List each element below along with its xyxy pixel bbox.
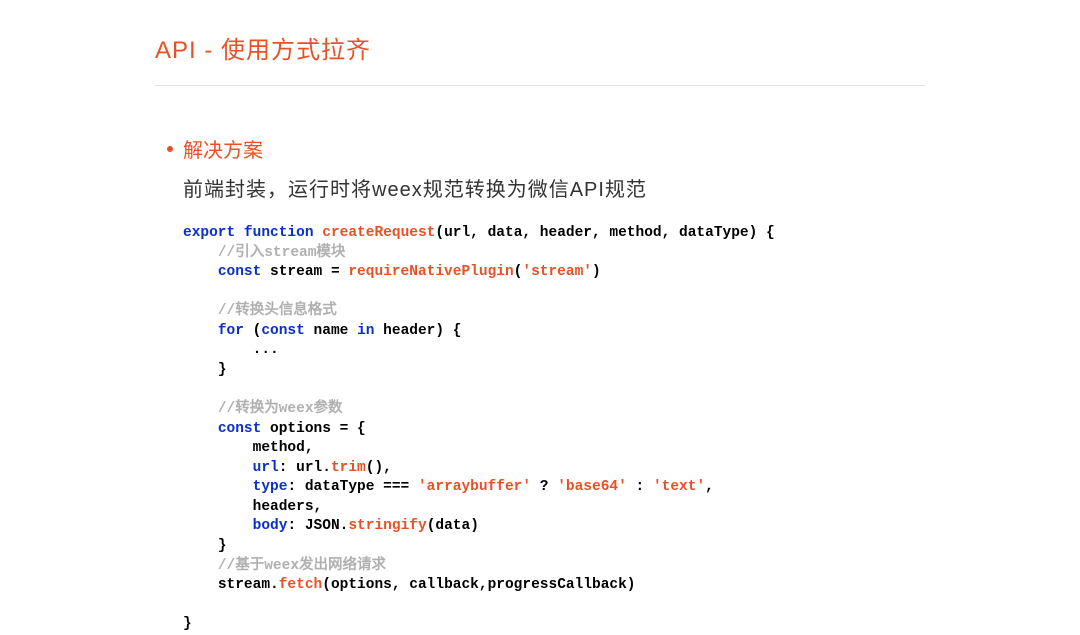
- code-text: stream.: [218, 577, 279, 593]
- code-text: : dataType ===: [287, 479, 418, 495]
- slide-content: 解决方案 前端封装，运行时将weex规范转换为微信API规范 export fu…: [155, 134, 925, 635]
- code-text: (),: [366, 460, 392, 476]
- prop-url: url: [253, 460, 279, 476]
- string: 'stream': [522, 264, 592, 280]
- code-text: : JSON.: [287, 518, 348, 534]
- code-text: stream =: [261, 264, 348, 280]
- kw-for: for: [218, 323, 244, 339]
- bullet-dot-icon: [167, 146, 173, 152]
- string: 'arraybuffer': [418, 479, 531, 495]
- kw-in: in: [357, 323, 374, 339]
- prop-type: type: [253, 479, 288, 495]
- fn-createRequest: createRequest: [322, 225, 435, 241]
- code-text: (: [244, 323, 261, 339]
- code-text: }: [218, 538, 227, 554]
- string: 'text': [653, 479, 705, 495]
- prop-body: body: [253, 518, 288, 534]
- kw-const: const: [218, 264, 262, 280]
- kw-const: const: [261, 323, 305, 339]
- fn-fetch: fetch: [279, 577, 323, 593]
- code-text: ,: [705, 479, 714, 495]
- subtitle-text: 前端封装，运行时将weex规范转换为微信API规范: [183, 173, 925, 202]
- comment: //引入stream模块: [218, 245, 346, 261]
- fn-trim: trim: [331, 460, 366, 476]
- code-text: name: [305, 323, 357, 339]
- kw-const: const: [218, 421, 262, 437]
- kw-function: function: [244, 225, 314, 241]
- comment: //基于weex发出网络请求: [218, 558, 386, 574]
- bullet-item: 解决方案: [167, 134, 925, 163]
- code-text: ?: [531, 479, 557, 495]
- code-text: method,: [253, 440, 314, 456]
- kw-export: export: [183, 225, 235, 241]
- code-text: ): [592, 264, 601, 280]
- fn-requireNativePlugin: requireNativePlugin: [348, 264, 513, 280]
- slide-title: API - 使用方式拉齐: [155, 30, 925, 86]
- code-text: (data): [427, 518, 479, 534]
- bullet-label: 解决方案: [183, 134, 263, 163]
- code-text: }: [183, 616, 192, 632]
- code-text: headers,: [253, 499, 323, 515]
- code-text: : url.: [279, 460, 331, 476]
- code-block: export function createRequest(url, data,…: [183, 224, 925, 635]
- code-text: options = {: [261, 421, 365, 437]
- fn-stringify: stringify: [348, 518, 426, 534]
- comment: //转换为weex参数: [218, 401, 343, 417]
- code-text: ...: [253, 342, 279, 358]
- string: 'base64': [557, 479, 627, 495]
- code-text: :: [627, 479, 653, 495]
- slide: API - 使用方式拉齐 解决方案 前端封装，运行时将weex规范转换为微信AP…: [0, 0, 1080, 635]
- code-text: (url, data, header, method, dataType) {: [435, 225, 774, 241]
- code-text: (options, callback,progressCallback): [322, 577, 635, 593]
- comment: //转换头信息格式: [218, 303, 337, 319]
- code-text: }: [218, 362, 227, 378]
- code-text: header) {: [374, 323, 461, 339]
